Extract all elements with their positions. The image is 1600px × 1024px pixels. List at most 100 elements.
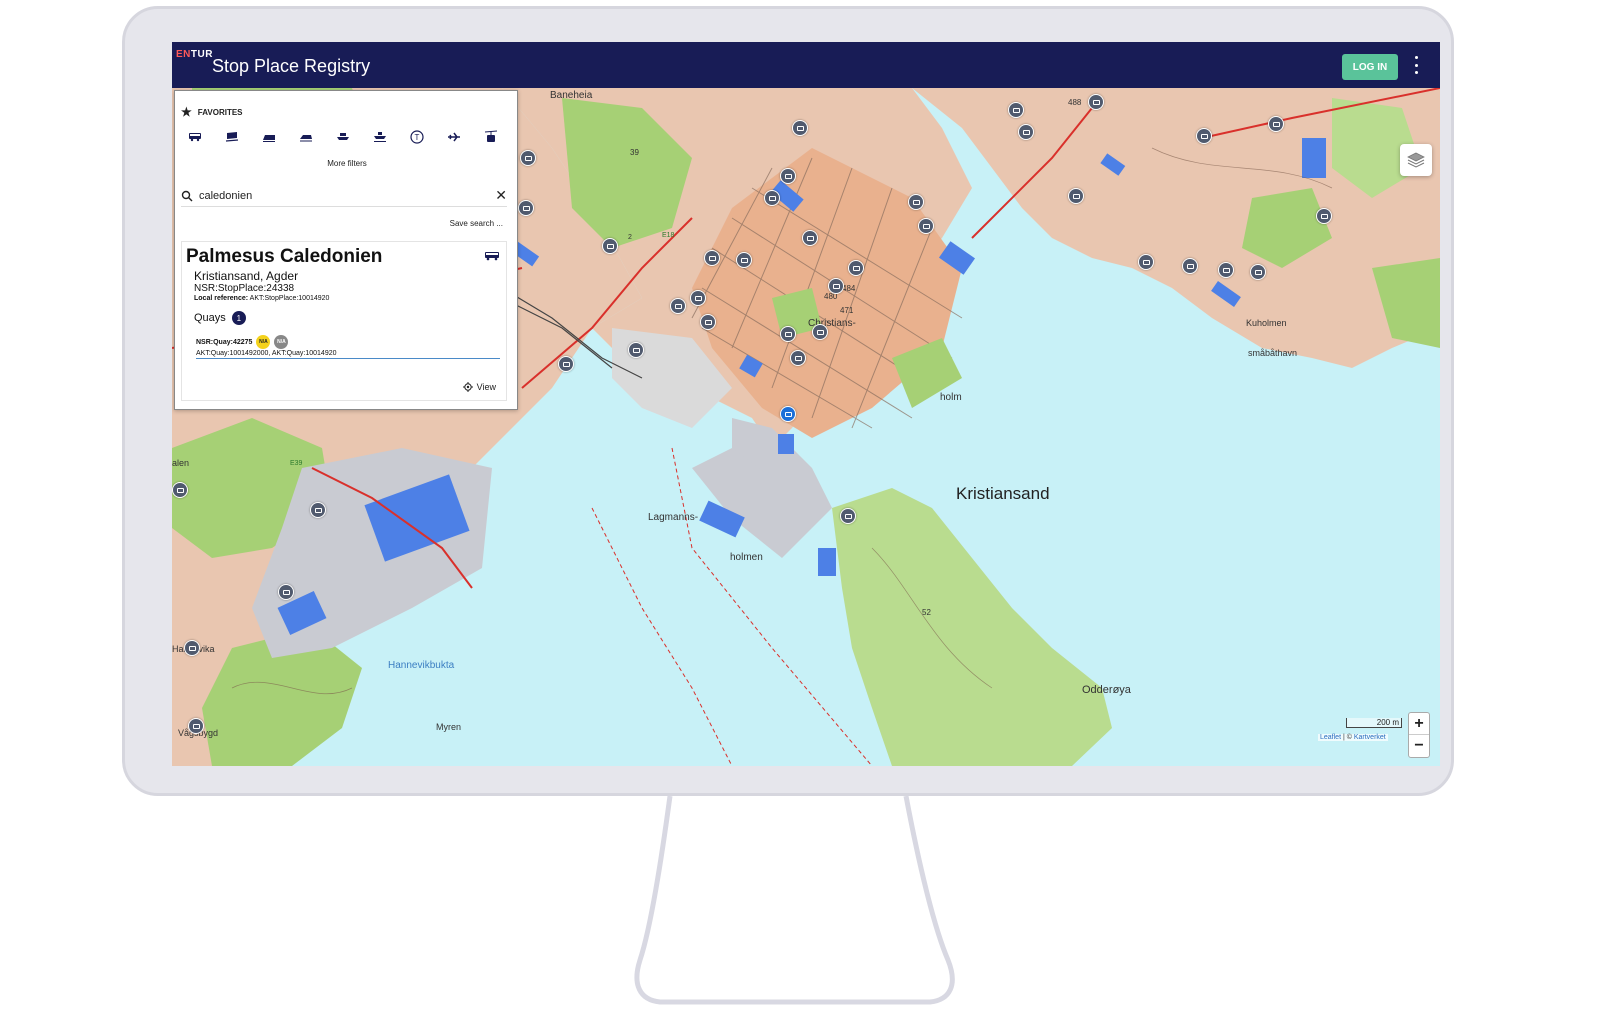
stop-place-marker[interactable]	[828, 278, 844, 294]
stop-place-marker[interactable]	[184, 640, 200, 656]
map-label-baneheia: Baneheia	[550, 90, 593, 101]
zoom-out-button[interactable]: −	[1409, 735, 1429, 757]
stop-place-marker[interactable]	[700, 314, 716, 330]
top-bar: ENTUR Stop Place Registry LOG IN	[172, 42, 1440, 88]
stop-place-marker[interactable]	[704, 250, 720, 266]
map-label-smabathavn: småbåthavn	[1248, 348, 1298, 358]
map-label-39: 39	[630, 148, 639, 157]
taxi-icon[interactable]: T	[409, 129, 425, 145]
app-title: Stop Place Registry	[212, 56, 371, 76]
stop-place-marker[interactable]	[310, 502, 326, 518]
map-label-kristiansand: Kristiansand	[956, 484, 1050, 503]
stop-place-marker[interactable]	[1316, 208, 1332, 224]
tram-icon[interactable]	[261, 129, 277, 145]
stop-place-marker[interactable]	[558, 356, 574, 372]
stop-place-marker[interactable]	[802, 230, 818, 246]
map-label-holm: holm	[940, 392, 962, 403]
search-input[interactable]	[199, 189, 469, 202]
star-icon: ★	[181, 105, 192, 119]
map-label-kuholmen: Kuholmen	[1246, 318, 1287, 328]
login-button[interactable]: LOG IN	[1342, 54, 1398, 80]
stop-place-marker[interactable]	[848, 260, 864, 276]
stop-place-marker[interactable]	[1088, 94, 1104, 110]
map-attribution: Leaflet | © Kartverket	[1318, 734, 1388, 741]
stop-place-marker[interactable]	[1138, 254, 1154, 270]
more-menu-icon[interactable]	[1412, 56, 1420, 74]
search-bar: ✕	[181, 185, 507, 207]
map-label-e18: E18	[662, 232, 675, 239]
stop-place-marker[interactable]	[628, 342, 644, 358]
more-filters-link[interactable]: More filters	[175, 159, 519, 168]
cableway-icon[interactable]	[483, 129, 499, 145]
map-label-alen: alen	[172, 458, 190, 468]
stop-place-marker[interactable]	[1018, 124, 1034, 140]
search-panel: ★ FAVORITES T More filters caledonien ✕ …	[174, 90, 518, 410]
search-result-card[interactable]: Palmesus Caledonien Kristiansand, Agder …	[181, 241, 507, 401]
stop-place-name: Palmesus Caledonien	[186, 246, 383, 267]
stop-place-marker[interactable]	[518, 200, 534, 216]
airplane-icon[interactable]	[446, 129, 462, 145]
stop-place-marker[interactable]	[1196, 128, 1212, 144]
quay-id: NSR:Quay:42275	[196, 338, 253, 346]
stop-place-location: Kristiansand, Agder	[194, 269, 299, 283]
train-icon[interactable]	[224, 129, 240, 145]
stop-place-marker[interactable]	[792, 120, 808, 136]
app-screen: ENTUR Stop Place Registry LOG IN Banehei…	[172, 42, 1440, 766]
stop-place-marker[interactable]	[736, 252, 752, 268]
map-label-hannevikbukta: Hannevikbukta	[388, 660, 455, 671]
kartverket-link[interactable]: Kartverket	[1354, 734, 1386, 741]
stop-place-marker[interactable]	[840, 508, 856, 524]
stop-place-marker[interactable]	[278, 584, 294, 600]
stop-place-marker[interactable]	[780, 326, 796, 342]
leaflet-link[interactable]: Leaflet	[1320, 734, 1341, 741]
stop-place-id: NSR:StopPlace:24338	[194, 283, 295, 294]
metro-icon[interactable]	[298, 129, 314, 145]
stop-place-marker[interactable]	[188, 718, 204, 734]
stop-place-marker[interactable]	[780, 168, 796, 184]
zoom-control: + −	[1408, 712, 1430, 758]
quay-item[interactable]: NSR:Quay:42275 N/A N/A	[196, 335, 289, 349]
quay-badge-grey: N/A	[274, 335, 289, 349]
stop-place-marker[interactable]	[1250, 264, 1266, 280]
stop-place-marker[interactable]	[1068, 188, 1084, 204]
map-scale: 200 m	[1346, 718, 1402, 728]
svg-text:T: T	[415, 133, 420, 142]
stop-place-marker[interactable]	[1182, 258, 1198, 274]
stop-place-marker[interactable]	[520, 150, 536, 166]
water-icon[interactable]	[372, 129, 388, 145]
stop-place-marker[interactable]	[690, 290, 706, 306]
map-label-2: 2	[628, 234, 632, 241]
layers-button[interactable]	[1400, 144, 1432, 176]
layers-icon	[1407, 152, 1425, 168]
ferry-icon[interactable]	[335, 129, 351, 145]
stop-place-marker[interactable]	[602, 238, 618, 254]
stop-place-marker[interactable]	[812, 324, 828, 340]
favorites-button[interactable]: ★ FAVORITES	[181, 105, 243, 119]
transport-mode-filters: T	[187, 129, 499, 145]
zoom-in-button[interactable]: +	[1409, 713, 1429, 735]
map-label-myren: Myren	[436, 722, 462, 732]
stop-place-marker[interactable]	[172, 482, 188, 498]
quays-header: Quays 1	[194, 311, 246, 325]
stop-place-marker[interactable]	[908, 194, 924, 210]
local-reference: Local reference: AKT:StopPlace:10014920	[194, 295, 330, 302]
stop-place-marker[interactable]	[1008, 102, 1024, 118]
map-label-484: 484	[842, 284, 856, 293]
quay-badge-yellow: N/A	[256, 335, 271, 349]
quay-references: AKT:Quay:1001492000, AKT:Quay:10014920	[196, 350, 500, 359]
stop-place-marker[interactable]	[790, 350, 806, 366]
save-search-link[interactable]: Save search ...	[450, 219, 503, 228]
map-label-471: 471	[840, 306, 854, 315]
map-view[interactable]: Baneheia Kristiansand Christians- holm L…	[172, 87, 1440, 766]
stop-place-marker[interactable]	[764, 190, 780, 206]
stop-place-marker[interactable]	[1268, 116, 1284, 132]
map-label-holmen: holmen	[730, 552, 763, 563]
map-label-488: 488	[1068, 98, 1082, 107]
stop-place-marker[interactable]	[1218, 262, 1234, 278]
bus-icon[interactable]	[187, 129, 203, 145]
view-button[interactable]: View	[462, 382, 496, 392]
clear-search-icon[interactable]: ✕	[495, 187, 507, 204]
selected-stop-marker[interactable]	[780, 406, 796, 422]
stop-place-marker[interactable]	[670, 298, 686, 314]
stop-place-marker[interactable]	[918, 218, 934, 234]
